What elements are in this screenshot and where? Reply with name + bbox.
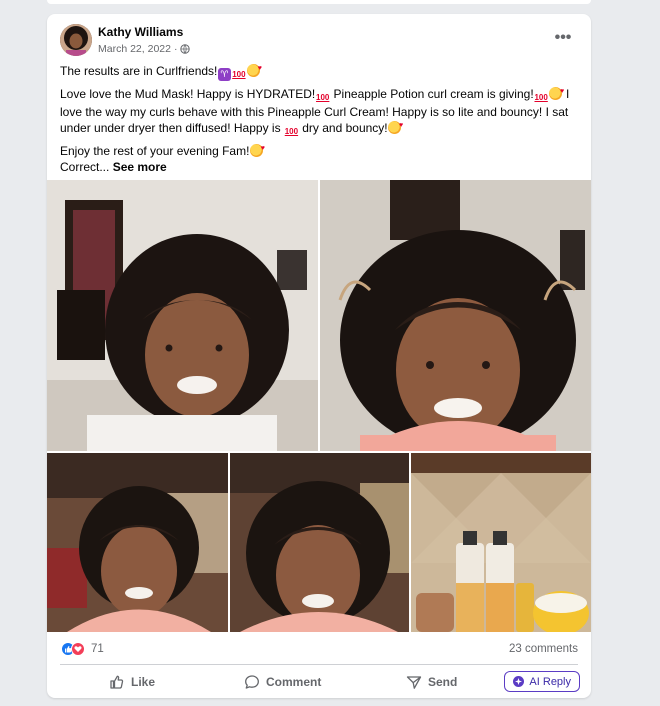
author-name[interactable]: Kathy Williams: [98, 25, 183, 39]
photo-selfie-1[interactable]: [47, 180, 318, 451]
post-paragraph-2: Love love the Mud Mask! Happy is HYDRATE…: [60, 84, 582, 138]
smiling-face-with-hearts-icon: [549, 84, 564, 100]
post-text-line: Love love the Mud Mask! Happy is HYDRATE…: [60, 87, 316, 101]
more-options-icon[interactable]: •••: [553, 28, 573, 48]
comment-button[interactable]: Comment: [244, 669, 321, 695]
send-button[interactable]: Send: [406, 669, 457, 695]
post-text-line: Enjoy the rest of your evening Fam!: [60, 144, 250, 158]
post-meta: March 22, 2022 ·: [98, 43, 191, 55]
comment-label: Comment: [266, 675, 322, 689]
aries-emoji-icon: ♈: [217, 68, 231, 81]
reactions-summary[interactable]: 71: [61, 642, 104, 656]
photo-selfie-2[interactable]: [320, 180, 591, 451]
comment-bubble-icon: [245, 675, 259, 689]
photo-grid: [47, 180, 591, 632]
hundred-points-emoji-icon: 100: [316, 93, 330, 102]
thumbs-up-icon: [110, 675, 124, 689]
smiling-face-with-hearts-icon: [388, 118, 403, 134]
post-paragraph-1: The results are in Curlfriends! ♈ 100: [60, 61, 582, 81]
hundred-points-emoji-icon: 100: [232, 70, 246, 79]
hundred-points-emoji-icon: 100: [284, 127, 299, 136]
previous-card-edge: [47, 0, 591, 4]
globe-icon: [180, 44, 191, 54]
hundred-points-emoji-icon: 100: [534, 93, 548, 102]
ai-reply-label: AI Reply: [529, 675, 571, 688]
post-text-line: dry and bouncy!: [298, 121, 388, 135]
photo-selfie-4[interactable]: [230, 453, 409, 632]
post-date[interactable]: March 22, 2022: [98, 43, 171, 55]
photo-products[interactable]: [411, 453, 591, 632]
post-text: The results are in Curlfriends!♈100 Love…: [60, 61, 582, 180]
post-paragraph-3: Enjoy the rest of your evening Fam! Corr…: [60, 141, 582, 175]
meta-separator: ·: [173, 43, 178, 55]
post-header: Kathy Williams March 22, 2022 · •••: [47, 14, 591, 60]
ai-reply-button[interactable]: AI Reply: [504, 671, 580, 692]
smiling-face-with-hearts-icon: [249, 141, 265, 157]
action-divider: [60, 664, 578, 665]
ai-sparkle-icon: [513, 676, 525, 687]
see-more-link[interactable]: See more: [113, 160, 167, 174]
author-avatar[interactable]: [60, 24, 92, 56]
comments-count-link[interactable]: 23 comments: [509, 643, 578, 655]
post-text-line: Correct...: [60, 160, 113, 174]
send-icon: [406, 676, 422, 689]
post-stats: 71 23 comments: [47, 640, 591, 662]
post-actions: Like Comment Send AI Reply: [47, 669, 591, 697]
send-label: Send: [428, 675, 458, 689]
reaction-count: 71: [91, 643, 104, 655]
smiling-face-with-hearts-icon: [246, 61, 262, 77]
post-text-line: The results are in Curlfriends!: [60, 64, 218, 78]
like-label: Like: [131, 675, 156, 689]
love-reaction-icon: [71, 642, 85, 656]
like-button[interactable]: Like: [109, 669, 155, 695]
post-text-line: Pineapple Potion curl cream is giving!: [330, 87, 534, 101]
post-card: Kathy Williams March 22, 2022 · ••• The …: [47, 14, 591, 698]
photo-selfie-3[interactable]: [47, 453, 228, 632]
